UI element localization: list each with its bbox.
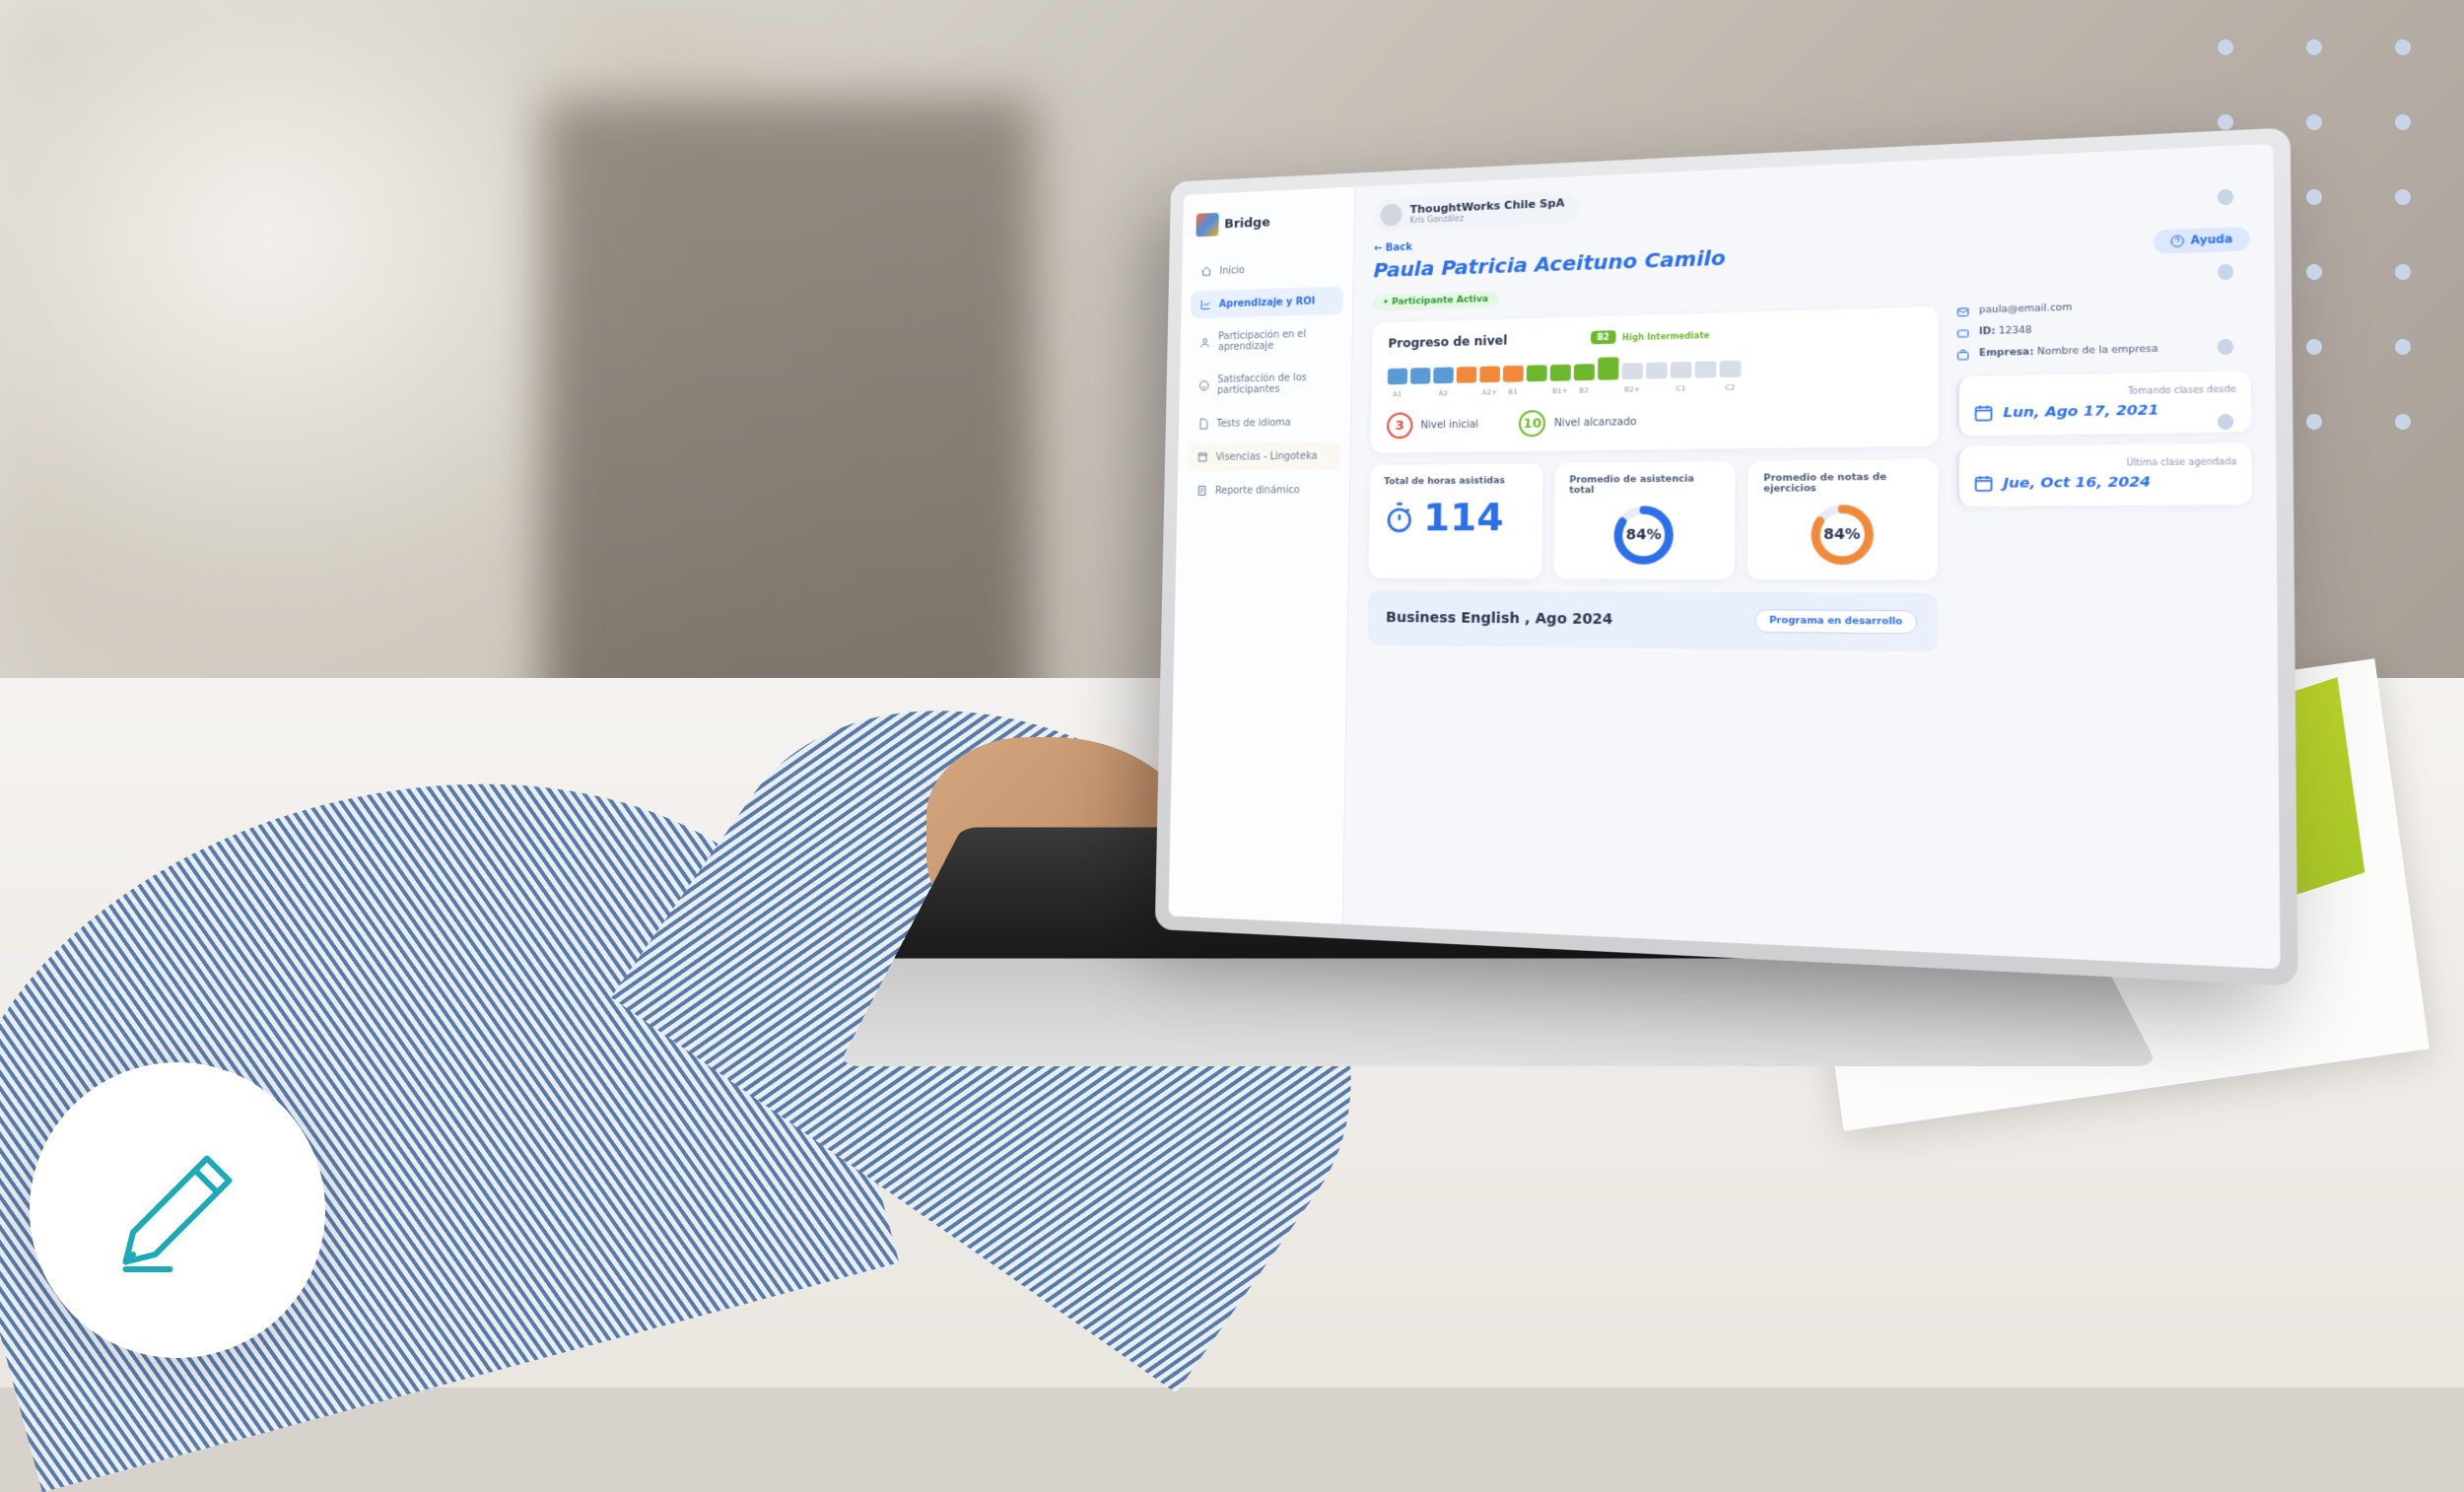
book-icon: [1197, 451, 1208, 463]
sidebar-item-label: Visencias - Lingoteka: [1216, 450, 1318, 462]
sidebar-item-label: Reporte dinámico: [1215, 485, 1300, 497]
grades-label: Promedio de notas de ejercicios: [1763, 472, 1922, 495]
level-bar: B2: [1388, 350, 1920, 384]
hours-card: Total de horas asistidas 114: [1369, 463, 1542, 578]
chart-icon: [1200, 299, 1212, 310]
home-icon: [1200, 265, 1212, 277]
since-label: Tomando clases desde: [1973, 384, 2236, 399]
level-initial: 3 Nivel inicial: [1387, 411, 1478, 439]
decorative-dots: [2218, 39, 2425, 430]
sidebar-item-inicio[interactable]: Inicio: [1192, 252, 1344, 286]
contact-info: paula@email.com ID: 12348 Empresa: Nombr…: [1956, 298, 2251, 362]
sidebar-item-reporte[interactable]: Reporte dinámico: [1187, 476, 1339, 505]
grades-value: 84%: [1809, 503, 1876, 567]
org-selector[interactable]: ThoughtWorks Chile SpA Kris González: [1374, 190, 1579, 232]
report-icon: [1197, 485, 1208, 497]
sidebar-item-satisfaccion[interactable]: Satisfacción de los participantes: [1189, 364, 1341, 404]
brand-name: Bridge: [1224, 215, 1270, 232]
main-content: ThoughtWorks Chile SpA Kris González ← B…: [1343, 144, 2281, 970]
last-label: Última clase agendada: [1973, 456, 2236, 469]
progress-card: Progreso de nivel B2 A1A2: [1371, 306, 1939, 453]
sidebar-item-tests[interactable]: Tests de idioma: [1188, 408, 1340, 439]
id-icon: [1956, 327, 1970, 340]
mail-icon: [1956, 305, 1970, 318]
attendance-label: Promedio de asistencia total: [1569, 474, 1720, 496]
sidebar-item-label: Tests de idioma: [1216, 417, 1291, 429]
calendar-icon: [1973, 473, 1994, 493]
program-title: Business English , Ago 2024: [1386, 610, 1612, 629]
attendance-card: Promedio de asistencia total 84%: [1553, 461, 1735, 579]
program-status-badge: Programa en desarrollo: [1755, 609, 1918, 634]
pencil-icon: [103, 1136, 251, 1284]
last-value: Jue, Oct 16, 2024: [2003, 474, 2151, 492]
level-reached-value: 10: [1519, 410, 1545, 437]
sidebar-item-visencias[interactable]: Visencias - Lingoteka: [1188, 441, 1340, 471]
sidebar-item-label: Inicio: [1219, 265, 1245, 277]
level-reached: 10 Nivel alcanzado: [1519, 408, 1636, 437]
brand-logo[interactable]: Bridge: [1192, 201, 1344, 252]
grades-donut: 84%: [1809, 503, 1876, 567]
stopwatch-icon: [1383, 502, 1415, 534]
since-card: Tomando clases desde Lun, Ago 17, 2021: [1956, 371, 2251, 436]
attendance-donut: 84%: [1611, 504, 1676, 567]
status-badge: • Participante Activa: [1373, 291, 1499, 310]
level-initial-label: Nivel inicial: [1420, 419, 1478, 431]
hours-value: 114: [1423, 495, 1504, 540]
program-card[interactable]: Business English , Ago 2024 Programa en …: [1368, 590, 1939, 651]
level-initial-value: 3: [1387, 412, 1413, 439]
level-reached-label: Nivel alcanzado: [1554, 416, 1637, 429]
attendance-value: 84%: [1611, 504, 1676, 567]
sidebar: Bridge Inicio Aprendizaje y ROI Particip…: [1168, 187, 1355, 924]
hours-label: Total de horas asistidas: [1384, 476, 1528, 488]
briefcase-icon: [1956, 349, 1970, 362]
users-icon: [1199, 337, 1211, 349]
sidebar-item-label: Aprendizaje y ROI: [1219, 296, 1316, 309]
level-badge: B2: [1591, 330, 1615, 344]
since-value: Lun, Ago 17, 2021: [2003, 402, 2158, 421]
logo-mark-icon: [1196, 213, 1218, 237]
calendar-icon: [1973, 403, 1994, 423]
last-class-card: Última clase agendada Jue, Oct 16, 2024: [1956, 443, 2252, 507]
sidebar-item-participacion[interactable]: Participación en el aprendizaje: [1190, 320, 1342, 362]
corner-badge: [30, 1062, 325, 1358]
document-icon: [1198, 418, 1209, 430]
sidebar-item-label: Participación en el aprendizaje: [1218, 328, 1333, 353]
smile-icon: [1198, 379, 1210, 391]
laptop-screen: Bridge Inicio Aprendizaje y ROI Particip…: [1155, 127, 2298, 985]
contact-email: paula@email.com: [1979, 303, 2073, 316]
sidebar-item-label: Satisfacción de los participantes: [1217, 372, 1332, 396]
org-avatar-icon: [1380, 204, 1402, 227]
grades-card: Promedio de notas de ejercicios 84%: [1747, 459, 1938, 580]
sidebar-item-aprendizaje[interactable]: Aprendizaje y ROI: [1191, 286, 1343, 318]
help-icon: [2170, 235, 2185, 248]
